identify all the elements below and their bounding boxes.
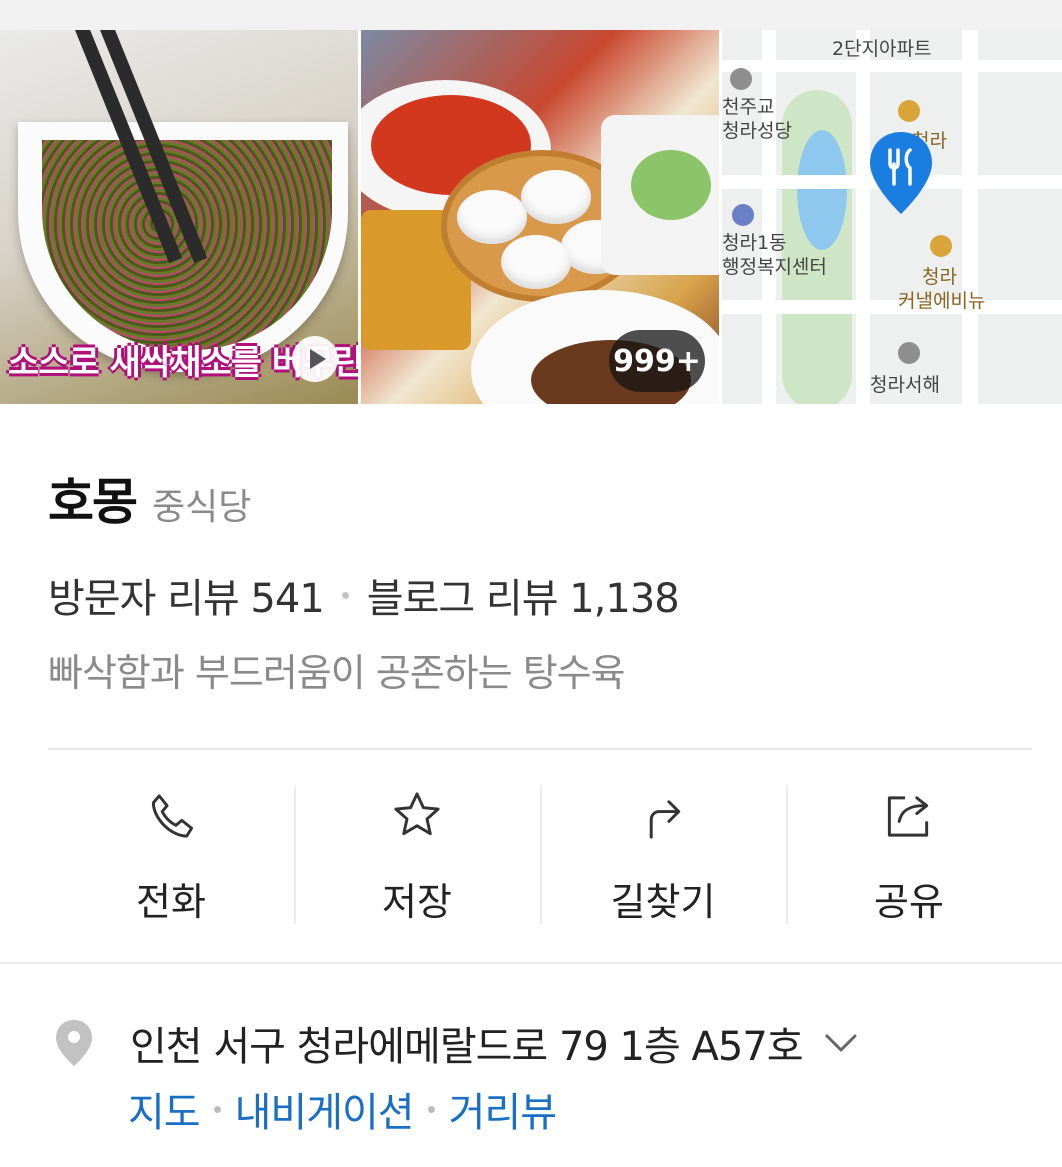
map-label: 청라 <box>922 266 957 288</box>
street-view-link[interactable]: 거리뷰 <box>449 1080 557 1138</box>
location-marker-icon <box>56 1020 92 1066</box>
office-icon <box>732 204 754 226</box>
share-button[interactable]: 공유 <box>786 786 1032 926</box>
address-text: 인천 서구 청라에메랄드로 79 1층 A57호 <box>130 1024 804 1070</box>
food-photo[interactable]: 999+ <box>361 30 719 404</box>
lake <box>797 130 847 250</box>
road <box>962 30 978 404</box>
divider <box>0 962 1062 964</box>
map-link[interactable]: 지도 <box>128 1080 201 1138</box>
location-pin-icon <box>870 132 932 214</box>
action-bar: 전화 저장 길찾기 공유 <box>48 786 1032 926</box>
share-label: 공유 <box>874 880 944 924</box>
bun <box>521 170 591 224</box>
map-label: 청라서해 <box>870 374 940 396</box>
bun <box>501 235 571 289</box>
map-label: 행정복지센터 <box>722 256 827 278</box>
star-icon <box>394 792 440 836</box>
map-label: 청라성당 <box>722 120 792 142</box>
chevron-down-icon[interactable] <box>821 1028 861 1058</box>
review-summary: 방문자 리뷰 541 블로그 리뷰 1,138 <box>48 566 680 624</box>
road <box>722 60 1062 72</box>
photo-gallery: 소스로 새싹채소를 버무린 999+ 2단지아파트 천주교 청라성당 청라 청라… <box>0 30 1062 404</box>
church-icon <box>730 68 752 90</box>
directions-icon <box>649 800 681 839</box>
shopping-icon <box>898 100 920 122</box>
address-links: 지도 내비게이션 거리뷰 <box>128 1080 557 1138</box>
map-label: 청라1동 <box>722 232 787 254</box>
map-label: 천주교 <box>722 96 775 118</box>
separator-dot <box>341 591 349 599</box>
greens <box>631 150 711 220</box>
address-row: 인천 서구 청라에메랄드로 79 1층 A57호 <box>48 1014 861 1072</box>
play-icon[interactable] <box>292 336 338 382</box>
visitor-review-link[interactable]: 방문자 리뷰 541 <box>48 566 325 624</box>
place-category: 중식당 <box>152 487 252 528</box>
photo-count-badge: 999+ <box>609 330 705 392</box>
map-label: 커낼에비뉴 <box>898 290 986 312</box>
share-icon <box>887 796 929 837</box>
blog-review-link[interactable]: 블로그 리뷰 1,138 <box>367 566 680 624</box>
save-label: 저장 <box>382 880 452 924</box>
map-thumbnail[interactable]: 2단지아파트 천주교 청라성당 청라 청라1동 행정복지센터 청라 커낼에비뉴 … <box>722 30 1062 404</box>
divider <box>48 748 1032 750</box>
directions-label: 길찾기 <box>610 880 716 924</box>
shopping-icon <box>930 235 952 257</box>
save-button[interactable]: 저장 <box>294 786 540 926</box>
road <box>856 30 870 404</box>
separator-dot <box>213 1105 221 1113</box>
separator-dot <box>427 1105 435 1113</box>
title-row: 호몽 중식당 <box>48 462 251 534</box>
phone-icon <box>151 794 194 838</box>
bun <box>457 190 527 244</box>
place-name: 호몽 <box>48 473 138 531</box>
tagline: 빠삭함과 부드러움이 공존하는 탕수육 <box>48 651 626 695</box>
top-bar <box>0 0 1062 30</box>
road <box>722 300 1062 314</box>
road <box>762 30 776 404</box>
map-label: 2단지아파트 <box>832 38 932 60</box>
building-icon <box>898 342 920 364</box>
call-button[interactable]: 전화 <box>48 786 294 926</box>
call-label: 전화 <box>136 880 206 924</box>
directions-button[interactable]: 길찾기 <box>540 786 786 926</box>
navigation-link[interactable]: 내비게이션 <box>235 1080 415 1138</box>
video-thumbnail[interactable]: 소스로 새싹채소를 버무린 <box>0 30 358 404</box>
